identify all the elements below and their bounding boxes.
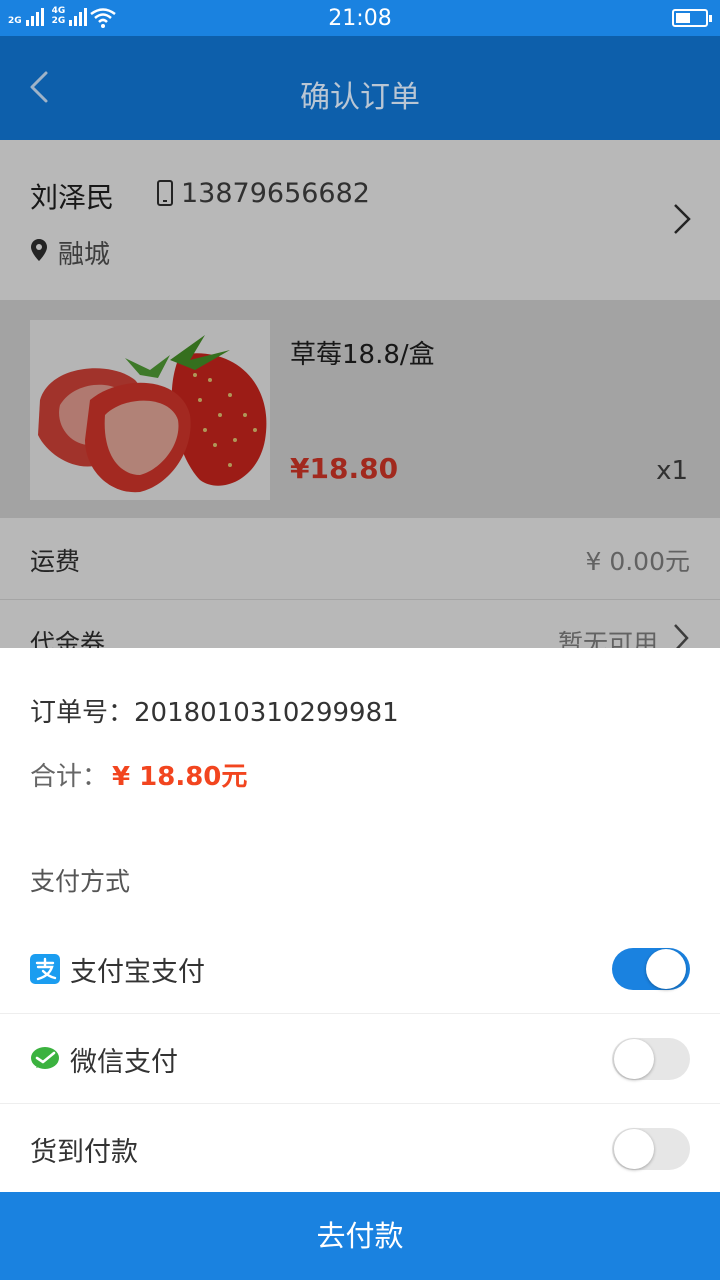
payment-option-cod[interactable]: 货到付款	[0, 1104, 720, 1194]
toggle-knob	[646, 949, 686, 989]
order-number-value: 2018010310299981	[134, 698, 399, 728]
modal-backdrop[interactable]	[0, 140, 720, 648]
alipay-toggle[interactable]	[612, 948, 690, 990]
order-number: 订单号：2018010310299981	[30, 692, 399, 729]
clock: 21:08	[328, 6, 392, 31]
payment-option-label: 货到付款	[30, 1137, 138, 1168]
battery-icon	[672, 9, 712, 27]
toggle-knob	[614, 1039, 654, 1079]
status-bar: 2G 4G 2G 21:08	[0, 0, 720, 36]
payment-option-label: 支付宝支付	[70, 957, 205, 988]
pay-button[interactable]: 去付款	[0, 1192, 720, 1280]
app-header: 确认订单	[0, 36, 720, 140]
payment-option-wechat[interactable]: 微信支付	[0, 1014, 720, 1104]
order-total-label: 合计：	[30, 762, 109, 792]
order-total: 合计： ¥ 18.80元	[30, 756, 247, 793]
toggle-knob	[614, 1129, 654, 1169]
order-total-amount: ¥ 18.80元	[112, 762, 248, 792]
wechat-icon	[31, 1047, 59, 1069]
payment-option-label: 微信支付	[70, 1047, 178, 1078]
payment-option-alipay[interactable]: 支付宝支付	[0, 924, 720, 1014]
payment-method-title: 支付方式	[30, 867, 131, 896]
alipay-icon	[30, 954, 60, 984]
page-title: 确认订单	[300, 80, 420, 115]
payment-sheet: 订单号：2018010310299981 合计： ¥ 18.80元 支付方式 支付…	[0, 648, 720, 1280]
order-number-label: 订单号：	[30, 698, 135, 728]
cod-toggle[interactable]	[612, 1128, 690, 1170]
wechat-toggle[interactable]	[612, 1038, 690, 1080]
